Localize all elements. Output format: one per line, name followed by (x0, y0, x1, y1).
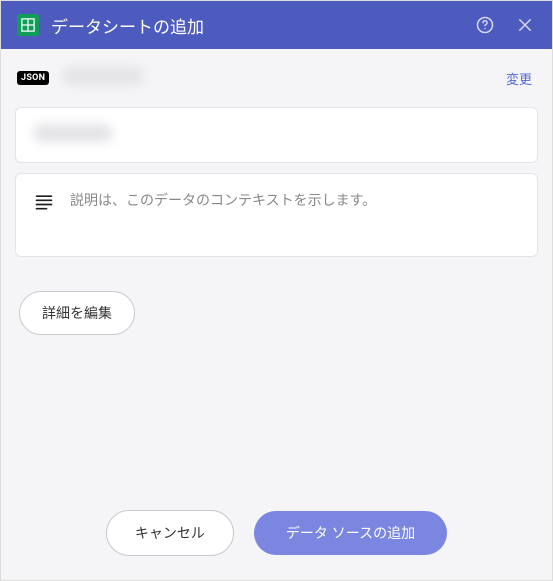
header-actions (474, 14, 536, 36)
source-name (63, 67, 506, 89)
source-name-redacted (63, 67, 143, 85)
add-datasheet-dialog: データシートの追加 JSON 変更 (0, 0, 553, 581)
dialog-title: データシートの追加 (51, 13, 474, 38)
dialog-footer: キャンセル データ ソースの追加 (1, 490, 552, 580)
cancel-button[interactable]: キャンセル (106, 510, 234, 556)
edit-details-button[interactable]: 詳細を編集 (19, 291, 135, 335)
json-badge: JSON (17, 71, 49, 85)
change-source-link[interactable]: 変更 (506, 69, 532, 88)
description-lines-icon (34, 192, 54, 216)
dialog-header: データシートの追加 (1, 1, 552, 49)
data-source-row: JSON 変更 (15, 49, 538, 107)
help-icon[interactable] (474, 14, 496, 36)
close-icon[interactable] (514, 14, 536, 36)
description-card[interactable]: 説明は、このデータのコンテキストを示します。 (15, 173, 538, 257)
dialog-body: JSON 変更 説明は、このデータのコンテキストを示します。 詳細を編集 (1, 49, 552, 490)
name-card[interactable] (15, 107, 538, 163)
description-placeholder: 説明は、このデータのコンテキストを示します。 (70, 190, 376, 210)
name-value-redacted (34, 124, 112, 142)
google-sheets-icon (17, 14, 39, 36)
add-data-source-button[interactable]: データ ソースの追加 (254, 511, 447, 555)
